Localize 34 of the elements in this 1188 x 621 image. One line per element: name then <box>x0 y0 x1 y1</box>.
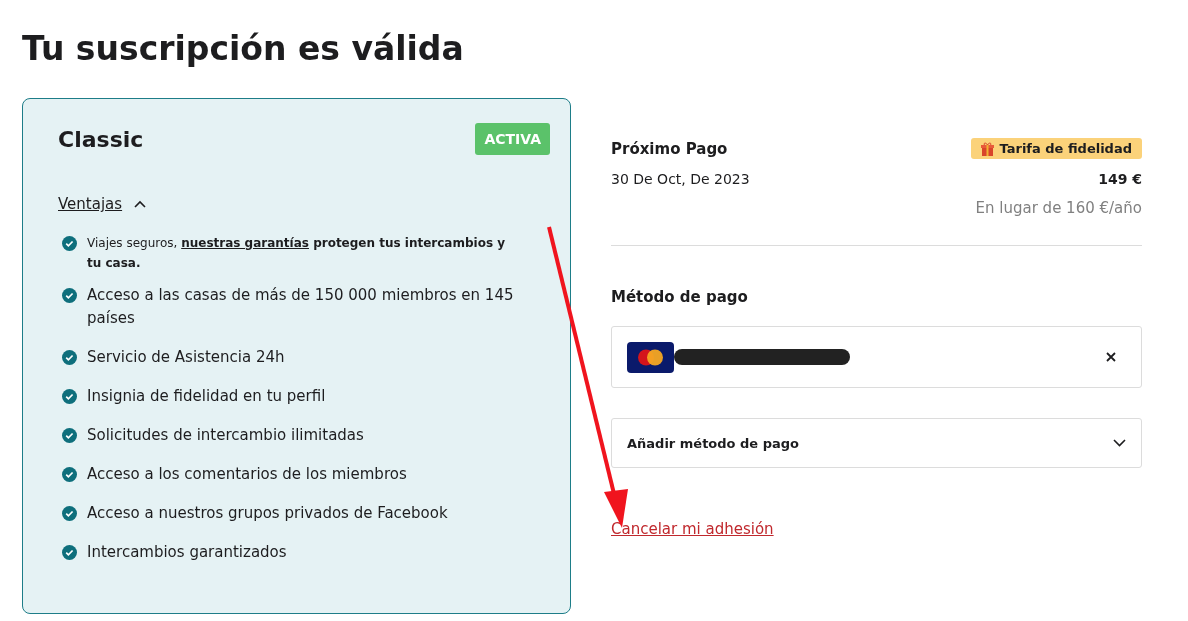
add-payment-dropdown[interactable]: Añadir método de pago <box>611 418 1142 468</box>
chevron-up-icon <box>134 200 147 208</box>
check-circle-icon <box>62 506 77 521</box>
check-circle-icon <box>62 545 77 560</box>
close-icon <box>1106 352 1116 362</box>
check-circle-icon <box>62 236 77 251</box>
original-price: En lugar de 160 €/año <box>974 199 1142 217</box>
benefit-text: Acceso a nuestros grupos privados de Facebook <box>87 503 448 524</box>
payment-date: 30 De Oct, De 2023 <box>611 171 750 187</box>
benefit-text: Servicio de Asistencia 24h <box>87 347 285 368</box>
section-title: Método de pago <box>611 288 749 306</box>
check-circle-icon <box>62 389 77 404</box>
chevron-down-icon <box>1113 439 1126 447</box>
check-circle-icon <box>62 288 77 303</box>
check-circle-icon <box>62 350 77 365</box>
benefits-toggle[interactable]: Ventajas <box>58 195 147 213</box>
gift-icon <box>980 141 994 156</box>
price: 149 € <box>1098 171 1142 187</box>
loyalty-badge: Tarifa de fidelidad <box>970 138 1142 159</box>
benefit-text: Insignia de fidelidad en tu perfil <box>87 386 326 407</box>
guarantees-link[interactable]: nuestras garantías <box>181 236 309 250</box>
cancel-link[interactable]: Cancelar mi adhesión <box>611 520 774 538</box>
benefit-text: Solicitudes de intercambio ilimitadas <box>87 425 364 446</box>
benefit-text: Intercambios garantizados <box>87 542 287 563</box>
check-circle-icon <box>62 467 77 482</box>
benefit-text: Viajes seguros, nuestras garantías protegen tus intercambios y tu casa. <box>87 235 507 272</box>
benefit-text: Acceso a las casas de más de 150 000 miembros en 145 países <box>87 285 515 329</box>
plan-name: Classic <box>58 126 144 152</box>
card-brand-icon <box>627 341 674 373</box>
status-badge: ACTIVA <box>475 123 550 155</box>
section-title: Próximo Pago <box>611 139 728 158</box>
benefit-text: Acceso a los comentarios de los miembros <box>87 464 407 485</box>
page-title: Tu suscripción es válida <box>22 28 465 70</box>
check-circle-icon <box>62 428 77 443</box>
